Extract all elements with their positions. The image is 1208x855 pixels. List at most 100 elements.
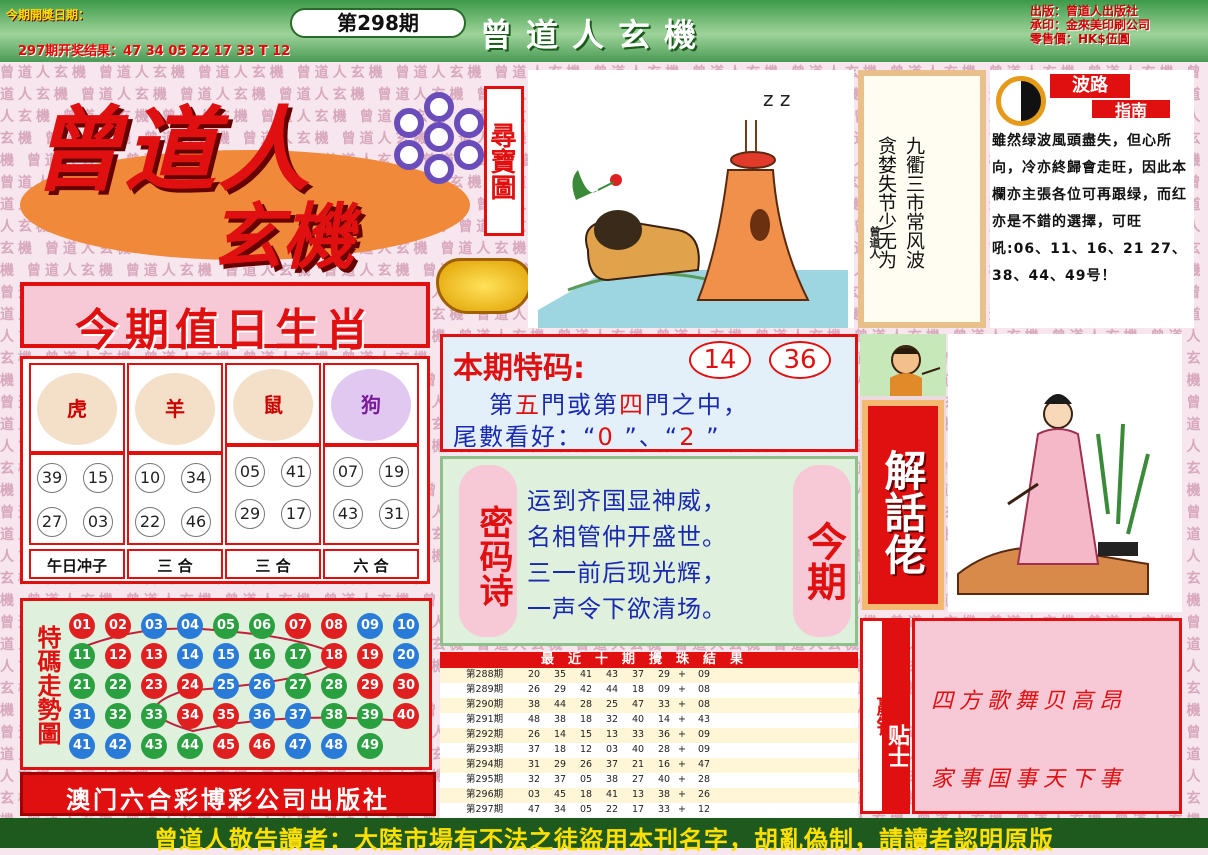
number-ball: 22 bbox=[135, 507, 165, 537]
trend-ball: 41 bbox=[69, 733, 95, 759]
number-ball: 46 bbox=[181, 507, 211, 537]
trend-ball: 42 bbox=[105, 733, 131, 759]
history-row: 第293期 37 18 12 03 40 28 +09 bbox=[440, 743, 858, 758]
dog-icon: 狗 bbox=[331, 369, 411, 441]
svg-text:z z: z z bbox=[763, 87, 790, 111]
trend-ball: 24 bbox=[177, 673, 203, 699]
publisher-box: 澳门六合彩博彩公司出版社 bbox=[20, 772, 436, 816]
zodiac-label: 三 合 bbox=[255, 557, 291, 575]
history-number: 47 bbox=[632, 699, 645, 710]
treasure-map-label: 尋寶圖 bbox=[484, 86, 524, 236]
zodiac-title: 今期值日生肖 bbox=[75, 305, 375, 356]
footer-notice: 曾道人敬告讀者：大陸市場有不法之徒盜用本刊名字，胡亂偽制，請讀者認明原版 bbox=[154, 826, 1054, 854]
history-number: 18 bbox=[580, 714, 593, 725]
history-row: 第295期 32 37 05 38 27 40 +28 bbox=[440, 773, 858, 788]
history-number: 44 bbox=[554, 699, 567, 710]
history-number: 48 bbox=[528, 714, 541, 725]
history-number: 40 bbox=[632, 744, 645, 755]
history-number: 32 bbox=[606, 714, 619, 725]
trend-ball: 15 bbox=[213, 643, 239, 669]
number-ball: 07 bbox=[333, 457, 363, 487]
history-number: 45 bbox=[554, 789, 567, 800]
history-number: 38 bbox=[606, 774, 619, 785]
history-number: + bbox=[678, 684, 686, 695]
history-number: 38 bbox=[658, 789, 671, 800]
history-number: + bbox=[678, 714, 686, 725]
goat-icon: 羊 bbox=[135, 373, 215, 445]
number-ball: 31 bbox=[379, 499, 409, 529]
trend-ball: 49 bbox=[357, 733, 383, 759]
history-issue: 第291期 bbox=[466, 714, 504, 725]
special-hint-doors: 第五門或第四門之中， bbox=[489, 391, 749, 419]
poem-line: 一声令下欲清场。 bbox=[527, 595, 727, 623]
history-number: 44 bbox=[606, 684, 619, 695]
history-number: 31 bbox=[528, 759, 541, 770]
special-number-box: 本期特码: 14 36 第五門或第四門之中， 尾數看好：“0 ”、“2 ” bbox=[440, 334, 858, 452]
poem-line: 三一前后现光辉， bbox=[527, 559, 727, 587]
number-ball: 15 bbox=[83, 463, 113, 493]
history-row: 第291期 48 38 18 32 40 14 +43 bbox=[440, 713, 858, 728]
zodiac-grid: 虎 羊 鼠 狗 39 15 27 03 10 34 22 46 05 41 29… bbox=[20, 356, 430, 584]
trend-ball: 37 bbox=[285, 703, 311, 729]
history-number: 14 bbox=[554, 729, 567, 740]
history-number: 26 bbox=[580, 759, 593, 770]
printer-line: 承印：金來美印刷公司 bbox=[1030, 18, 1151, 32]
history-number: 33 bbox=[632, 729, 645, 740]
publisher-name: 澳门六合彩博彩公司出版社 bbox=[66, 786, 390, 814]
trend-ball: 21 bbox=[69, 673, 95, 699]
trend-ball: 34 bbox=[177, 703, 203, 729]
history-number: 40 bbox=[658, 774, 671, 785]
zodiac-label: 午日冲子 bbox=[46, 557, 107, 575]
zodiac-cell: 虎 bbox=[29, 363, 125, 453]
zodiac-numbers: 39 15 27 03 bbox=[29, 453, 125, 545]
history-number: 25 bbox=[606, 699, 619, 710]
history-number: 35 bbox=[554, 669, 567, 680]
trend-ball: 27 bbox=[285, 673, 311, 699]
riddle-seal: 曾道人 bbox=[868, 226, 881, 259]
history-number: 08 bbox=[698, 699, 711, 710]
trend-ball: 06 bbox=[249, 613, 275, 639]
trend-ball: 02 bbox=[105, 613, 131, 639]
tip-line: 四方歌舞贝高昂 bbox=[931, 689, 1128, 714]
zodiac-title-box: 今期值日生肖 bbox=[20, 282, 430, 356]
lady-illustration bbox=[948, 334, 1182, 612]
history-title: 最近十期攪珠結果 bbox=[440, 652, 858, 668]
history-number: 14 bbox=[658, 714, 671, 725]
trend-ball: 20 bbox=[393, 643, 419, 669]
secret-poem-box: 密码诗 运到齐国显神威， 名相管仲开盛世。 三一前后现光辉， 一声令下欲清场。 … bbox=[440, 456, 858, 646]
trend-ball: 11 bbox=[69, 643, 95, 669]
trend-ball: 28 bbox=[321, 673, 347, 699]
number-ball: 05 bbox=[235, 457, 265, 487]
trend-ball: 14 bbox=[177, 643, 203, 669]
history-number: 26 bbox=[528, 684, 541, 695]
history-number: 43 bbox=[606, 669, 619, 680]
history-number: + bbox=[678, 744, 686, 755]
price-line: 零售價：HK$伍圓 bbox=[1030, 32, 1130, 46]
history-issue: 第288期 bbox=[466, 669, 504, 680]
zodiac-label: 三 合 bbox=[157, 557, 193, 575]
trend-ball: 46 bbox=[249, 733, 275, 759]
history-number: 18 bbox=[632, 684, 645, 695]
guide-text: 雖然绿波風頭盡失，但心所向，冷亦終歸會走旺，因此本欄亦主張各位可再跟绿，而红亦是… bbox=[992, 133, 1187, 284]
trend-ball: 48 bbox=[321, 733, 347, 759]
history-number: 08 bbox=[698, 684, 711, 695]
history-rows: 第288期 20 35 41 43 37 29 +09 第289期 26 29 42 44 18 09 +08… bbox=[440, 668, 858, 818]
zodiac-label: 六 合 bbox=[353, 557, 389, 575]
history-number: 26 bbox=[528, 729, 541, 740]
history-number: 27 bbox=[632, 774, 645, 785]
trend-ball: 01 bbox=[69, 613, 95, 639]
wave-guide-panel: 波路 指南 雖然绿波風頭盡失，但心所向，冷亦終歸會走旺，因此本欄亦主張各位可再跟… bbox=[990, 70, 1194, 328]
yin-yang-icon bbox=[996, 76, 1046, 126]
trend-ball: 45 bbox=[213, 733, 239, 759]
history-number: + bbox=[678, 729, 686, 740]
history-row: 第290期 38 44 28 25 47 33 +08 bbox=[440, 698, 858, 713]
trend-ball: 33 bbox=[141, 703, 167, 729]
history-number: 47 bbox=[698, 759, 711, 770]
trend-ball: 43 bbox=[141, 733, 167, 759]
number-ball: 43 bbox=[333, 499, 363, 529]
zodiac-cell: 羊 bbox=[127, 363, 223, 453]
history-number: 36 bbox=[658, 729, 671, 740]
solver-label: 解話佬 bbox=[862, 400, 944, 610]
history-number: 05 bbox=[580, 804, 593, 815]
number-ball: 29 bbox=[235, 499, 265, 529]
